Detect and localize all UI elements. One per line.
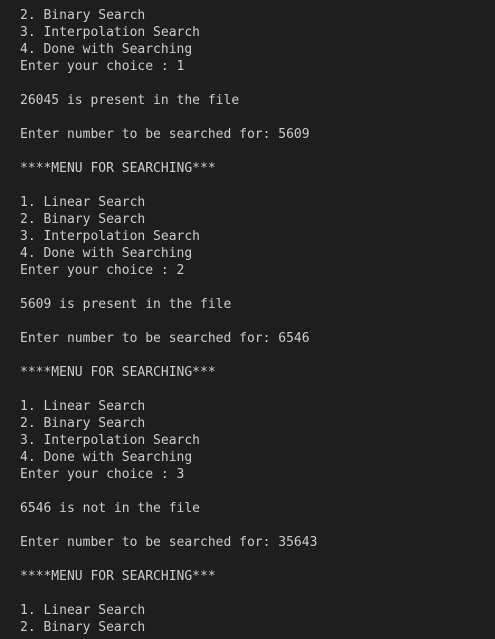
terminal-line: ****MENU FOR SEARCHING*** — [20, 365, 216, 380]
terminal-output[interactable]: 2. Binary Search 3. Interpolation Search… — [0, 0, 495, 639]
terminal-line: 3. Interpolation Search — [20, 433, 201, 448]
terminal-line: ****MENU FOR SEARCHING*** — [20, 161, 216, 176]
terminal-line: 4. Done with Searching — [20, 42, 193, 57]
terminal-line: 1. Linear Search — [20, 399, 146, 414]
terminal-line: Enter your choice : 1 — [20, 59, 185, 74]
terminal-line: 6546 is not in the file — [20, 501, 201, 516]
terminal-line: Enter number to be searched for: 35643 — [20, 535, 318, 550]
terminal-line: 2. Binary Search — [20, 212, 146, 227]
terminal-line: 5609 is present in the file — [20, 297, 232, 312]
terminal-line: Enter number to be searched for: 5609 — [20, 127, 310, 142]
terminal-line: 26045 is present in the file — [20, 93, 240, 108]
terminal-line: 2. Binary Search — [20, 8, 146, 23]
terminal-line: 4. Done with Searching — [20, 450, 193, 465]
terminal-line: 2. Binary Search — [20, 620, 146, 635]
terminal-line: Enter your choice : 3 — [20, 467, 185, 482]
terminal-line: 3. Interpolation Search — [20, 25, 201, 40]
terminal-line: ****MENU FOR SEARCHING*** — [20, 569, 216, 584]
terminal-line: Enter your choice : 2 — [20, 263, 185, 278]
terminal-line: Enter number to be searched for: 6546 — [20, 331, 310, 346]
terminal-line: 3. Interpolation Search — [20, 229, 201, 244]
terminal-line: 2. Binary Search — [20, 416, 146, 431]
terminal-line: 4. Done with Searching — [20, 246, 193, 261]
terminal-line: 1. Linear Search — [20, 195, 146, 210]
terminal-line: 1. Linear Search — [20, 603, 146, 618]
